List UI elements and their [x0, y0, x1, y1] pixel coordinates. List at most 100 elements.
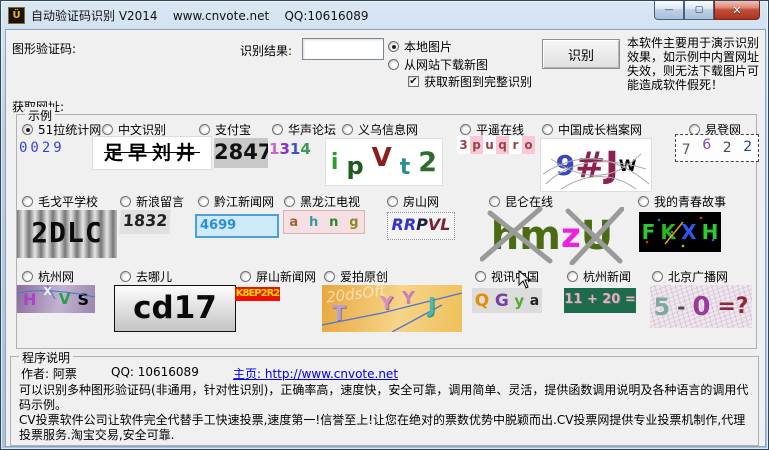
- captcha-pingshan: K8EP2R2: [235, 287, 280, 301]
- captcha-char: 2: [418, 147, 437, 178]
- site-radio-chengzhang[interactable]: 中国成长档案网: [542, 121, 642, 138]
- site-radio-qingchun[interactable]: 我的青春故事: [638, 193, 726, 210]
- captcha-beijing-radio: 5-0=?: [650, 285, 752, 328]
- radio-icon: [542, 124, 553, 135]
- captcha-chinese: 足早刘井: [92, 136, 212, 170]
- site-radio-sina[interactable]: 新浪留言: [120, 193, 184, 210]
- cv-vote-text: CV投票软件公司让软件完全代替手工快速投票,速度第一!信誉至上!让您在绝对的票数…: [19, 413, 754, 443]
- radio-icon: [120, 196, 131, 207]
- radio-icon: [342, 124, 353, 135]
- app-window: Ü 自动验证码识别 V2014 www.cnvote.net QQ:106160…: [0, 0, 769, 450]
- captcha-char: 4: [300, 140, 310, 158]
- close-button[interactable]: ✕: [714, 1, 760, 20]
- scribble-lines: [541, 139, 652, 192]
- site-radio-hangzhou[interactable]: 杭州网: [22, 268, 74, 285]
- site-label: 杭州网: [38, 268, 74, 285]
- recognize-button[interactable]: 识别: [542, 39, 620, 69]
- maximize-button[interactable]: ▢: [684, 1, 714, 20]
- site-label: 屏山新闻网: [256, 268, 316, 285]
- captcha-qianjiang: 4699: [195, 214, 279, 238]
- site-label: 黑龙江电视: [300, 193, 360, 210]
- site-label: 爱拍原创: [340, 268, 388, 285]
- site-label: 北京广播网: [668, 268, 728, 285]
- captcha-hangzhou-news: 11 + 20 =: [564, 288, 636, 313]
- captcha-kunlun: hmzU: [480, 207, 624, 265]
- radio-local-image[interactable]: 本地图片: [388, 38, 452, 55]
- captcha-char: 0: [692, 292, 710, 322]
- radio-download-new[interactable]: 从网站下载新图: [388, 56, 488, 73]
- site-radio-yiwu[interactable]: 义乌信息网: [342, 121, 418, 138]
- site-radio-aipai[interactable]: 爱拍原创: [324, 268, 388, 285]
- radio-icon: [199, 124, 210, 135]
- site-label: 新浪留言: [136, 193, 184, 210]
- captcha-char: J: [428, 293, 435, 317]
- captcha-char: Q: [475, 291, 489, 311]
- captcha-char: G: [495, 291, 509, 311]
- window-title: 自动验证码识别 V2014 www.cnvote.net QQ:10616089: [31, 7, 369, 24]
- captcha-char: i: [331, 150, 339, 175]
- radio-icon: [460, 124, 471, 135]
- captcha-char: P: [416, 215, 428, 234]
- site-label: 杭州新闻: [583, 268, 631, 285]
- radio-icon: [120, 271, 131, 282]
- radio-icon: [198, 196, 209, 207]
- site-radio-qunar[interactable]: 去哪儿: [120, 268, 172, 285]
- captcha-char: =?: [717, 294, 748, 319]
- captcha-shixun: QGya: [472, 288, 542, 313]
- line-overlay: [17, 285, 95, 313]
- radio-download-label: 从网站下载新图: [404, 56, 488, 73]
- captcha-yideng: 7622: [675, 134, 759, 162]
- client-area: 图形验证码: 识别结果: 本地图片 从网站下载新图 ✔ 获取新图到完整识别 识别…: [5, 29, 766, 447]
- site-radio-pingshan[interactable]: 屏山新闻网: [240, 268, 316, 285]
- radio-icon: [22, 271, 33, 282]
- captcha-alipay: 2847: [214, 138, 268, 168]
- site-label: 中国成长档案网: [558, 121, 642, 138]
- result-input[interactable]: [302, 38, 384, 60]
- site-label: 华声论坛: [288, 121, 336, 138]
- site-radio-qianjiang[interactable]: 黔江新闻网: [198, 193, 274, 210]
- captcha-char: g: [349, 215, 358, 230]
- checkbox-icon: ✔: [408, 76, 419, 87]
- captcha-hangzhou: HXVS: [17, 285, 95, 313]
- site-label: 去哪儿: [136, 268, 172, 285]
- x-strokes: [480, 207, 624, 265]
- site-radio-maogeping[interactable]: 毛戈平学校: [22, 193, 98, 210]
- captcha-char: n: [329, 215, 338, 230]
- captcha-char: o: [522, 136, 535, 154]
- captcha-aipai: 20dsOft T Y Y J: [322, 285, 462, 332]
- site-radio-fangshan[interactable]: 房山网: [387, 193, 439, 210]
- site-radio-51la[interactable]: 51拉统计网: [22, 121, 101, 138]
- checkbox-full-recognition[interactable]: ✔ 获取新图到完整识别: [408, 73, 532, 90]
- captcha-char: 1: [269, 140, 279, 158]
- app-icon: Ü: [8, 7, 25, 24]
- captcha-char: 2: [723, 140, 732, 156]
- site-radio-hangzhou-news[interactable]: 杭州新闻: [567, 268, 631, 285]
- captcha-char: y: [514, 292, 524, 310]
- site-label: 义乌信息网: [358, 121, 418, 138]
- captcha-char: T: [332, 301, 346, 325]
- radio-icon: [652, 271, 663, 282]
- captcha-char: a: [289, 215, 298, 230]
- site-radio-shixun[interactable]: 视讯中国: [475, 268, 539, 285]
- homepage-link[interactable]: 主页: http://www.cnvote.net: [233, 365, 398, 382]
- radio-icon: [102, 124, 113, 135]
- captcha-char: 3: [279, 140, 289, 158]
- radio-local-label: 本地图片: [404, 38, 452, 55]
- dots-overlay: [639, 212, 721, 252]
- captcha-char: X: [43, 285, 51, 298]
- captcha-char: u: [483, 136, 496, 154]
- captcha-label: 图形验证码:: [12, 40, 76, 57]
- site-label: 毛戈平学校: [38, 193, 98, 210]
- site-radio-huasheng[interactable]: 华声论坛: [272, 121, 336, 138]
- site-radio-beijing-radio[interactable]: 北京广播网: [652, 268, 728, 285]
- radio-icon: [284, 196, 295, 207]
- radio-icon: [638, 196, 649, 207]
- captcha-qunar: cd17: [114, 285, 236, 332]
- radio-icon: [475, 271, 486, 282]
- captcha-maogeping: 2DLC: [17, 210, 117, 258]
- captcha-sina: 1832: [119, 210, 171, 234]
- author-label: 作者: 阿票: [21, 365, 77, 382]
- site-radio-heilongjiang[interactable]: 黑龙江电视: [284, 193, 360, 210]
- minimize-button[interactable]: —: [654, 1, 684, 20]
- captcha-char: h: [309, 215, 318, 230]
